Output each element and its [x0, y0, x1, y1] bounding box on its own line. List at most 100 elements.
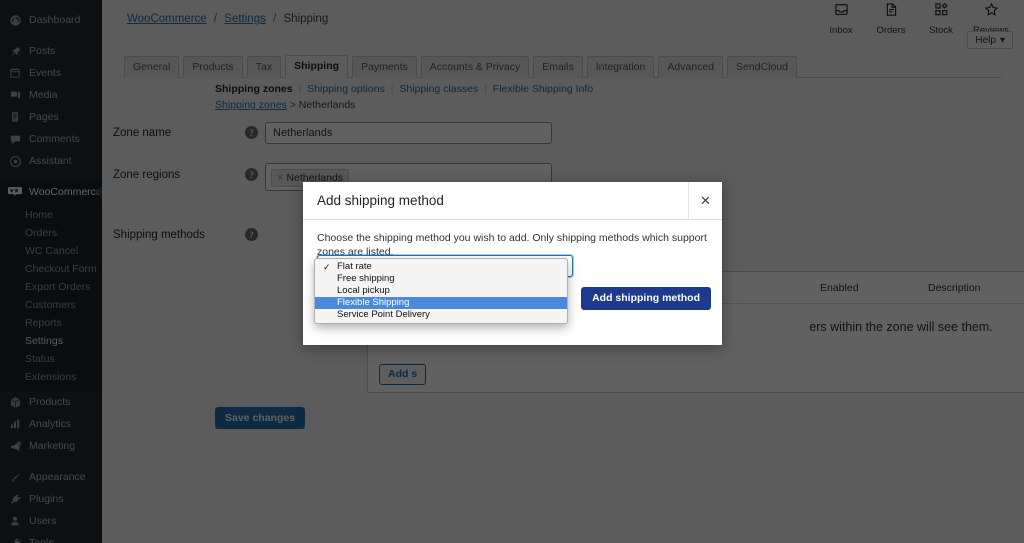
sidebar-item-label: Dashboard [29, 14, 81, 26]
stock-icon [934, 2, 949, 22]
sidebar-item-tools[interactable]: Tools [0, 532, 102, 543]
submenu-item-wc-cancel[interactable]: WC Cancel [0, 242, 102, 260]
option-label: Flexible Shipping [337, 297, 410, 308]
submenu-label: WC Cancel [25, 245, 79, 257]
submenu-item-customers[interactable]: Customers [0, 296, 102, 314]
sidebar-item-pages[interactable]: Pages [0, 106, 102, 128]
option-flexible-shipping[interactable]: Flexible Shipping [315, 297, 567, 309]
subnav-shipping-classes[interactable]: Shipping classes [399, 83, 478, 95]
settings-tabs: General Products Tax Shipping Payments A… [124, 55, 1002, 78]
sidebar-item-posts[interactable]: Posts [0, 40, 102, 62]
add-shipping-method-inline-button[interactable]: Add s [379, 364, 427, 385]
tab-general[interactable]: General [124, 56, 180, 78]
comment-icon [7, 132, 23, 146]
zone-regions-help-icon[interactable]: ? [245, 168, 258, 181]
woocommerce-submenu: Home Orders WC Cancel Checkout Form Expo… [0, 203, 102, 391]
breadcrumb-settings[interactable]: Settings [224, 13, 266, 25]
submenu-label: Export Orders [25, 281, 91, 293]
woocommerce-icon [7, 185, 23, 199]
tab-accounts-privacy[interactable]: Accounts & Privacy [420, 56, 530, 78]
sidebar-item-label: Comments [29, 133, 80, 145]
zone-name-label: Zone name [113, 127, 172, 139]
zone-breadcrumb-link[interactable]: Shipping zones [215, 99, 287, 111]
submenu-item-checkout-form[interactable]: Checkout Form [0, 260, 102, 278]
check-icon: ✓ [323, 262, 331, 272]
modal-header: Add shipping method ✕ [303, 182, 722, 220]
modal-submit-button[interactable]: Add shipping method [581, 287, 711, 310]
tab-advanced[interactable]: Advanced [658, 56, 724, 78]
tab-sendcloud[interactable]: SendCloud [727, 56, 798, 78]
subnav-shipping-options[interactable]: Shipping options [307, 83, 385, 95]
breadcrumb: WooCommerce / Settings / Shipping [127, 13, 328, 25]
option-free-shipping[interactable]: Free shipping [315, 273, 567, 285]
sidebar-item-assistant[interactable]: Assistant [0, 150, 102, 172]
brush-icon [7, 470, 23, 484]
sidebar-item-label: Tools [29, 537, 54, 543]
topbar-stock-button[interactable]: Stock [916, 2, 966, 36]
sidebar-item-appearance[interactable]: Appearance [0, 466, 102, 488]
wrench-icon [7, 536, 23, 543]
tab-integration[interactable]: Integration [586, 56, 655, 78]
tab-shipping[interactable]: Shipping [285, 55, 349, 78]
subnav-flexible-shipping-info[interactable]: Flexible Shipping Info [493, 83, 593, 95]
submenu-item-extensions[interactable]: Extensions [0, 368, 102, 386]
subnav-separator: | [298, 83, 302, 95]
submenu-item-home[interactable]: Home [0, 206, 102, 224]
sidebar-item-media[interactable]: Media [0, 84, 102, 106]
sidebar-item-analytics[interactable]: Analytics [0, 413, 102, 435]
zone-name-input[interactable]: Netherlands [265, 122, 552, 144]
subnav-separator: | [484, 83, 487, 95]
tab-tax[interactable]: Tax [246, 56, 282, 78]
breadcrumb-current: Shipping [283, 13, 329, 25]
option-flat-rate[interactable]: ✓ Flat rate [315, 261, 567, 273]
submenu-item-orders[interactable]: Orders [0, 224, 102, 242]
option-service-point-delivery[interactable]: Service Point Delivery [315, 309, 567, 321]
tab-emails[interactable]: Emails [533, 56, 583, 78]
shipping-methods-help-icon[interactable]: ? [245, 228, 258, 241]
user-icon [7, 514, 23, 528]
megaphone-icon [7, 439, 23, 453]
breadcrumb-woocommerce[interactable]: WooCommerce [127, 13, 207, 25]
submenu-label: Orders [25, 227, 58, 239]
plug-icon [7, 492, 23, 506]
assistant-icon [7, 154, 23, 168]
sidebar-item-label: WooCommerce [29, 186, 102, 198]
breadcrumb-separator: / [273, 13, 277, 25]
column-enabled: Enabled [820, 281, 859, 294]
subnav-shipping-zones[interactable]: Shipping zones [215, 83, 293, 95]
sidebar-item-comments[interactable]: Comments [0, 128, 102, 150]
topbar-stock-label: Stock [929, 25, 953, 36]
submenu-item-reports[interactable]: Reports [0, 314, 102, 332]
tab-products[interactable]: Products [183, 56, 243, 78]
sidebar-item-woocommerce[interactable]: WooCommerce [0, 181, 102, 203]
pin-icon [7, 44, 23, 58]
option-local-pickup[interactable]: Local pickup [315, 285, 567, 297]
sidebar-item-users[interactable]: Users [0, 510, 102, 532]
sidebar-item-plugins[interactable]: Plugins [0, 488, 102, 510]
sidebar-item-events[interactable]: Events [0, 62, 102, 84]
sidebar-item-label: Posts [29, 45, 56, 57]
tab-payments[interactable]: Payments [352, 56, 417, 78]
submenu-item-settings[interactable]: Settings [0, 332, 102, 350]
close-icon[interactable]: ✕ [688, 182, 722, 219]
empty-message-right: ers within the zone will see them. [809, 320, 993, 334]
sidebar-item-dashboard[interactable]: Dashboard [0, 9, 102, 31]
zone-name-help-icon[interactable]: ? [245, 126, 258, 139]
save-changes-button[interactable]: Save changes [215, 407, 306, 429]
submenu-item-status[interactable]: Status [0, 350, 102, 368]
help-label: Help [975, 34, 996, 46]
sidebar-item-label: Products [29, 396, 71, 408]
sidebar-item-products[interactable]: Products [0, 391, 102, 413]
submenu-item-export-orders[interactable]: Export Orders [0, 278, 102, 296]
sidebar-item-label: Analytics [29, 418, 72, 430]
remove-tag-icon[interactable]: × [277, 172, 283, 184]
help-dropdown-button[interactable]: Help ▾ [967, 31, 1013, 49]
sidebar-item-label: Marketing [29, 440, 76, 452]
sidebar-item-label: Assistant [29, 155, 72, 167]
sidebar-item-marketing[interactable]: Marketing [0, 435, 102, 457]
orders-icon [884, 2, 899, 22]
topbar-orders-button[interactable]: Orders [866, 2, 916, 36]
topbar-inbox-button[interactable]: Inbox [816, 2, 866, 36]
